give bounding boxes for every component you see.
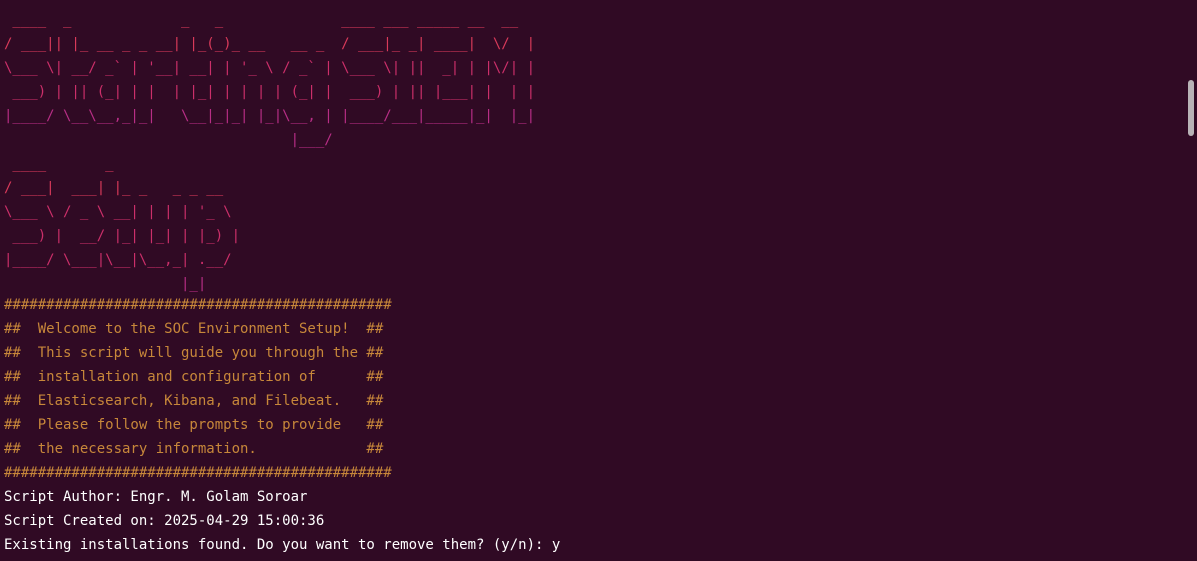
prompt-line[interactable]: Existing installations found. Do you wan… bbox=[4, 533, 560, 557]
banner2-line-4: ___) | __/ |_| |_| | |_) | bbox=[4, 228, 241, 244]
author-line: Script Author: Engr. M. Golam Soroar bbox=[4, 489, 308, 505]
banner-line-5: |____/ \__\__,_|_| \__|_|_| |_|\__, | |_… bbox=[4, 108, 536, 124]
banner2-line-5: |____/ \___|\__|\__,_| .__/ bbox=[4, 252, 232, 268]
box-line-welcome: ## Welcome to the SOC Environment Setup!… bbox=[4, 321, 384, 337]
box-line-products: ## Elasticsearch, Kibana, and Filebeat. … bbox=[4, 393, 384, 409]
vertical-scrollbar[interactable] bbox=[1183, 0, 1197, 561]
banner-line-6: |___/ bbox=[4, 132, 333, 148]
created-line: Script Created on: 2025-04-29 15:00:36 bbox=[4, 513, 325, 529]
banner2-line-2: / ___| ___| |_ _ _ _ __ bbox=[4, 180, 224, 196]
banner2-line-3: \___ \ / _ \ __| | | | '_ \ bbox=[4, 204, 232, 220]
box-border-bottom: ########################################… bbox=[4, 465, 392, 481]
terminal-window[interactable]: ____ _ _ _ ____ ___ _____ __ __ / ___|| … bbox=[0, 0, 1183, 561]
banner-line-1: ____ _ _ _ ____ ___ _____ __ __ bbox=[4, 12, 519, 28]
banner2-line-1: ____ _ bbox=[4, 156, 114, 172]
banner-line-4: ___) | || (_| | | | |_| | | | | (_| | __… bbox=[4, 84, 536, 100]
banner-line-3: \___ \| __/ _` | '__| __| | '_ \ / _` | … bbox=[4, 60, 536, 76]
box-line-installation: ## installation and configuration of ## bbox=[4, 369, 384, 385]
box-line-information: ## the necessary information. ## bbox=[4, 441, 384, 457]
box-line-guide: ## This script will guide you through th… bbox=[4, 345, 384, 361]
banner-line-2: / ___|| |_ __ _ _ __| |_(_)_ __ __ _ / _… bbox=[4, 36, 536, 52]
box-border-top: ########################################… bbox=[4, 297, 392, 313]
box-line-prompts: ## Please follow the prompts to provide … bbox=[4, 417, 384, 433]
scrollbar-thumb[interactable] bbox=[1188, 80, 1194, 136]
